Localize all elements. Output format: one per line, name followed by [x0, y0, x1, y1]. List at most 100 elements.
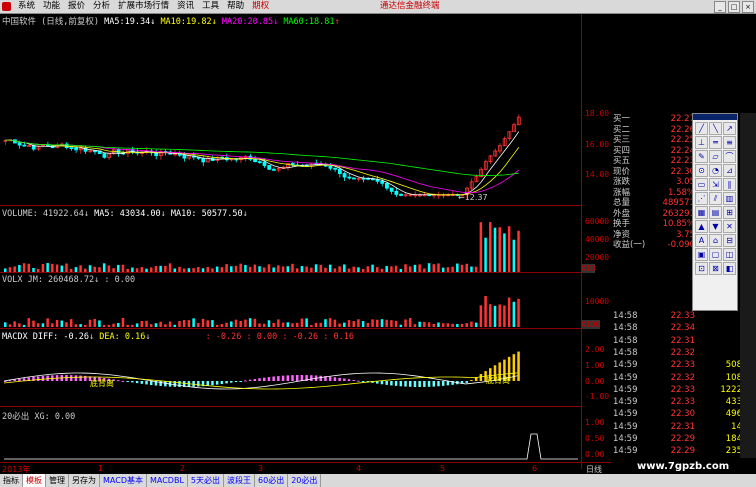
menu-item[interactable]: 帮助: [223, 1, 248, 12]
macd-bar: [394, 381, 398, 386]
tab-indicator[interactable]: 指标: [0, 474, 23, 487]
menu-item[interactable]: 工具: [198, 1, 223, 12]
drawing-tool-icon[interactable]: ▼: [709, 220, 722, 233]
maximize-icon[interactable]: □: [728, 1, 740, 13]
close-icon[interactable]: ×: [742, 1, 754, 13]
drawing-tool-icon[interactable]: ⌒: [723, 150, 736, 163]
drawing-tool-icon[interactable]: ◫: [723, 248, 736, 261]
volx-bar: [394, 320, 398, 327]
menu-item[interactable]: 功能: [39, 1, 64, 12]
drawing-tool-icon[interactable]: ◧: [723, 262, 736, 275]
macd-bar: [413, 381, 417, 387]
macd-bar: [380, 381, 384, 385]
drawing-tool-icon[interactable]: ⌂: [709, 234, 722, 247]
tab-indicator[interactable]: 20必出: [288, 474, 322, 487]
drawing-tool-icon[interactable]: ✕: [723, 220, 736, 233]
drawing-tool-icon[interactable]: ▥: [723, 192, 736, 205]
macd-bar: [74, 375, 78, 381]
volx-bar: [182, 320, 186, 327]
volume-bar: [427, 263, 431, 272]
volx-bar: [230, 321, 233, 327]
drawing-tool-icon[interactable]: ⇲: [709, 178, 722, 191]
volx-bar: [18, 323, 21, 327]
minimize-icon[interactable]: _: [714, 1, 726, 13]
quote-value: -0.090: [667, 240, 695, 250]
volx-bar: [253, 318, 257, 327]
macd-panel-header: MACDX DIFF: -0.26↓ DEA: 0.16↓ : -0.26 : …: [2, 332, 354, 342]
drawing-tool-icon[interactable]: ⫽: [709, 192, 722, 205]
volume-bar: [319, 264, 323, 272]
candle-body: [267, 165, 272, 170]
drawing-tool-icon[interactable]: ⊡: [695, 262, 708, 275]
drawing-tool-icon[interactable]: ↗: [723, 122, 736, 135]
macd-bar: [46, 375, 49, 381]
tab-indicator[interactable]: 模板: [23, 474, 46, 487]
volx-bar: [333, 319, 337, 327]
macd-bar: [347, 379, 351, 381]
volx-bar: [201, 318, 205, 327]
volume-bar: [27, 263, 31, 272]
kline-chart[interactable]: ←12.37 底背离 底背离: [0, 14, 581, 469]
drawing-tool-icon[interactable]: ⊿: [723, 164, 736, 177]
drawing-tool-icon[interactable]: ═: [709, 136, 722, 149]
menu-item[interactable]: 资讯: [173, 1, 198, 12]
trade-row: 14:59 22.33: [613, 360, 695, 371]
drawing-tool-icon[interactable]: ▤: [709, 206, 722, 219]
drawing-tool-icon[interactable]: ▢: [709, 248, 722, 261]
tab-indicator[interactable]: 5天必出: [188, 474, 225, 487]
menu-item[interactable]: 分析: [89, 1, 114, 12]
drawing-tool-icon[interactable]: ⊙: [695, 164, 708, 177]
drawing-toolbox[interactable]: ╱ ╲ ↗ ⊥ ═ ≡ ✎ ▱ ⌒ ⊙ ◔ ⊿ ▭ ⇲ ∥ ⋰ ⫽ ▥ ▦ ▤ ⊞ ▲ ▼ ✕ A ⌂ ⊟ ▣ ▢ ◫ ⊡ ⊠ ◧: [692, 113, 738, 311]
drawing-tool-icon[interactable]: ≡: [723, 136, 736, 149]
quote-row: 买四 22.24: [613, 146, 695, 157]
y-tick: 10000: [585, 297, 610, 306]
volx-bar: [366, 322, 370, 327]
tab-indicator[interactable]: 波段王: [224, 474, 256, 487]
drawing-tool-icon[interactable]: ▣: [695, 248, 708, 261]
tab-indicator[interactable]: MACD基本: [100, 474, 147, 487]
volx-bar: [55, 319, 59, 327]
menu-item[interactable]: 扩展市场行情: [114, 1, 173, 12]
volx-bar: [291, 323, 294, 327]
macd-bar: [441, 381, 445, 386]
trade-time: 14:59: [613, 397, 638, 408]
volume-bar: [88, 265, 92, 272]
volx-bar: [465, 323, 468, 327]
drawing-tool-icon[interactable]: ▲: [695, 220, 708, 233]
macd-bar: [272, 376, 275, 381]
drawing-tool-icon[interactable]: A: [695, 234, 708, 247]
tab-indicator[interactable]: 另存为: [69, 474, 100, 487]
candle-body: [394, 190, 399, 195]
volume-bar: [456, 263, 459, 272]
volx-bar: [178, 321, 181, 327]
tab-indicator[interactable]: MACDBL: [147, 474, 188, 487]
window-controls: _ □ ×: [714, 1, 754, 13]
drawing-tool-icon[interactable]: ╲: [709, 122, 722, 135]
drawing-tool-icon[interactable]: ▭: [695, 178, 708, 191]
drawing-tool-icon[interactable]: ⊠: [709, 262, 722, 275]
tab-indicator[interactable]: 管理: [46, 474, 69, 487]
drawing-tool-icon[interactable]: ⋰: [695, 192, 708, 205]
menu-item[interactable]: 系统: [14, 1, 39, 12]
quote-value: 10.85%: [662, 219, 695, 229]
trade-row: 14:58 22.34: [613, 323, 695, 334]
volx-bar: [437, 322, 440, 327]
drawing-tool-icon[interactable]: ⊞: [723, 206, 736, 219]
drawing-tool-icon[interactable]: ⊥: [695, 136, 708, 149]
macd-bar: [149, 381, 153, 386]
volx-bar: [338, 323, 341, 327]
drawing-tool-icon[interactable]: ✎: [695, 150, 708, 163]
drawing-tool-icon[interactable]: ▦: [695, 206, 708, 219]
drawing-tool-icon[interactable]: ▱: [709, 150, 722, 163]
drawing-tool-icon[interactable]: ╱: [695, 122, 708, 135]
drawing-tool-icon[interactable]: ⊟: [723, 234, 736, 247]
volx-bar: [347, 320, 351, 327]
tab-indicator[interactable]: 60必出: [255, 474, 289, 487]
drawing-tool-icon[interactable]: ∥: [723, 178, 736, 191]
volume-bar: [493, 227, 497, 272]
trade-row: 14:59 22.31: [613, 422, 695, 433]
menu-item[interactable]: 报价: [64, 1, 89, 12]
menu-item[interactable]: 期权: [248, 1, 273, 12]
volx-bar: [187, 320, 191, 327]
drawing-tool-icon[interactable]: ◔: [709, 164, 722, 177]
